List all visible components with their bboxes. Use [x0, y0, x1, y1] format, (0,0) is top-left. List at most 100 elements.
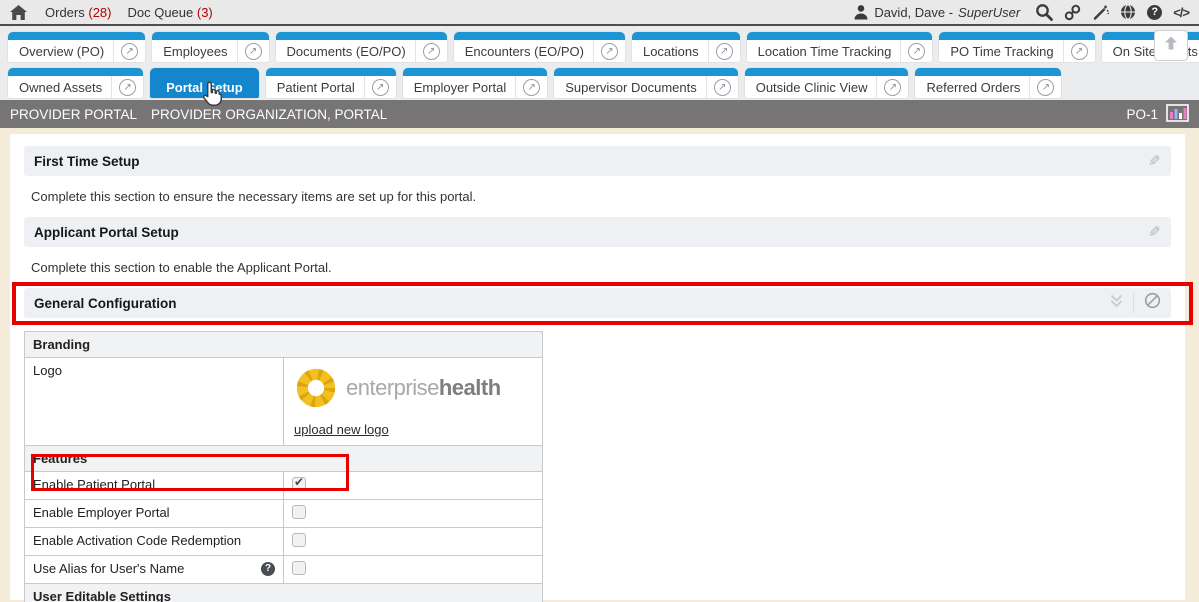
tab-label: Location Time Tracking	[747, 40, 901, 62]
popout-icon[interactable]: ↗	[113, 40, 145, 62]
tab-label: Owned Assets	[8, 76, 111, 98]
table-row-user-editable-header: User Editable Settings	[25, 584, 543, 602]
record-name: PROVIDER ORGANIZATION, PORTAL	[151, 107, 387, 122]
tab-employees[interactable]: Employees ↗	[152, 32, 268, 62]
tab-referred-orders[interactable]: Referred Orders ↗	[915, 68, 1061, 98]
content-area: First Time Setup ✎ Complete this section…	[0, 128, 1199, 600]
chart-icon[interactable]	[1166, 104, 1189, 125]
help-tooltip-icon[interactable]: ?	[261, 562, 275, 576]
tab-label: Locations	[632, 40, 708, 62]
code-icon[interactable]: </>	[1173, 5, 1189, 20]
tab-encounters-eo-po[interactable]: Encounters (EO/PO) ↗	[454, 32, 625, 62]
popout-icon[interactable]: ↗	[593, 40, 625, 62]
table-row-use-alias: Use Alias for User's Name ?	[25, 556, 543, 584]
collapse-chevron-icon[interactable]	[1110, 293, 1123, 313]
user-name: David, Dave -	[874, 5, 953, 20]
popout-icon[interactable]: ↗	[415, 40, 447, 62]
section-general-configuration: General Configuration	[24, 288, 1171, 318]
enable-activation-code-redemption-label: Enable Activation Code Redemption	[25, 528, 284, 556]
edit-pencil-icon[interactable]: ✎	[1148, 152, 1161, 170]
section-title: General Configuration	[34, 296, 177, 311]
table-row-logo: Logo enterprisehealth upload new logo	[25, 358, 543, 446]
use-alias-label: Use Alias for User's Name	[33, 561, 184, 576]
up-arrow-icon	[1163, 35, 1179, 56]
help-icon[interactable]: ?	[1147, 5, 1162, 20]
wand-icon[interactable]	[1092, 4, 1109, 21]
general-configuration-table: Branding Logo enterprisehealth upload ne…	[24, 331, 543, 602]
enable-employer-portal-checkbox[interactable]	[292, 505, 306, 519]
nav-orders[interactable]: Orders (28)	[45, 5, 111, 20]
table-row-enable-patient-portal: Enable Patient Portal	[25, 472, 543, 500]
tab-label: Referred Orders	[915, 76, 1029, 98]
user-menu[interactable]: David, Dave - SuperUser	[853, 4, 1020, 20]
upload-new-logo-link[interactable]: upload new logo	[294, 422, 389, 437]
popout-icon[interactable]: ↗	[515, 76, 547, 98]
tab-po-time-tracking[interactable]: PO Time Tracking ↗	[939, 32, 1094, 62]
enable-patient-portal-label: Enable Patient Portal	[25, 472, 284, 500]
logo-sunburst-icon	[294, 366, 338, 410]
portal-setup-panel: First Time Setup ✎ Complete this section…	[10, 134, 1185, 600]
tab-employer-portal[interactable]: Employer Portal ↗	[403, 68, 547, 98]
tab-overview-po[interactable]: Overview (PO) ↗	[8, 32, 145, 62]
table-row-enable-employer-portal: Enable Employer Portal	[25, 500, 543, 528]
tab-label: Overview (PO)	[8, 40, 113, 62]
record-id-badge: PO-1	[1126, 107, 1158, 122]
nav-doc-queue-count: (3)	[197, 5, 213, 20]
applicant-portal-setup-description: Complete this section to enable the Appl…	[31, 260, 1171, 275]
nav-orders-label: Orders	[45, 5, 85, 20]
popout-icon[interactable]: ↗	[706, 76, 738, 98]
tab-location-time-tracking[interactable]: Location Time Tracking ↗	[747, 32, 933, 62]
globe-icon[interactable]	[1120, 4, 1136, 20]
popout-icon[interactable]: ↗	[1029, 76, 1061, 98]
first-time-setup-description: Complete this section to ensure the nece…	[31, 189, 1171, 204]
title-bar-right: PO-1	[1126, 104, 1189, 125]
edit-pencil-icon[interactable]: ✎	[1148, 223, 1161, 241]
popout-icon[interactable]: ↗	[876, 76, 908, 98]
user-icon	[853, 4, 869, 20]
tab-label: PO Time Tracking	[939, 40, 1062, 62]
tab-outside-clinic-view[interactable]: Outside Clinic View ↗	[745, 68, 909, 98]
use-alias-checkbox[interactable]	[292, 561, 306, 575]
tab-row-1: Overview (PO) ↗ Employees ↗ Documents (E…	[8, 32, 1191, 62]
section-title: Applicant Portal Setup	[34, 225, 179, 240]
tab-owned-assets[interactable]: Owned Assets ↗	[8, 68, 143, 98]
popout-icon[interactable]: ↗	[708, 40, 740, 62]
home-icon[interactable]	[10, 5, 27, 20]
tab-label: Encounters (EO/PO)	[454, 40, 593, 62]
popout-icon[interactable]: ↗	[237, 40, 269, 62]
popout-icon[interactable]: ↗	[1063, 40, 1095, 62]
tab-patient-portal[interactable]: Patient Portal ↗	[266, 68, 396, 98]
top-bar-right: David, Dave - SuperUser ? </>	[853, 3, 1189, 21]
enable-activation-code-redemption-checkbox[interactable]	[292, 533, 306, 547]
popout-icon[interactable]: ↗	[111, 76, 143, 98]
enable-patient-portal-checkbox[interactable]	[292, 477, 306, 491]
tab-label: Employees	[152, 40, 236, 62]
record-title-bar: PROVIDER PORTAL PROVIDER ORGANIZATION, P…	[0, 100, 1199, 128]
section-first-time-setup: First Time Setup ✎	[24, 146, 1171, 176]
user-role: SuperUser	[958, 5, 1020, 20]
logo-text-bold: health	[439, 375, 501, 400]
link-icon[interactable]	[1064, 4, 1081, 21]
nav-orders-count: (28)	[88, 5, 111, 20]
tab-locations[interactable]: Locations ↗	[632, 32, 740, 62]
search-icon[interactable]	[1035, 3, 1053, 21]
disable-icon[interactable]	[1144, 292, 1161, 314]
top-bar: Orders (28) Doc Queue (3) David, Dave - …	[0, 0, 1199, 26]
scroll-top-button[interactable]	[1154, 30, 1188, 61]
tab-portal-setup[interactable]: Portal Setup	[150, 68, 259, 98]
tab-label: Portal Setup	[150, 76, 259, 98]
section-applicant-portal-setup: Applicant Portal Setup ✎	[24, 217, 1171, 247]
tab-documents-eo-po[interactable]: Documents (EO/PO) ↗	[276, 32, 447, 62]
popout-icon[interactable]: ↗	[900, 40, 932, 62]
logo-label: Logo	[25, 358, 284, 446]
tab-label: Patient Portal	[266, 76, 364, 98]
tab-label: Supervisor Documents	[554, 76, 706, 98]
table-row-enable-activation-code-redemption: Enable Activation Code Redemption	[25, 528, 543, 556]
tab-supervisor-documents[interactable]: Supervisor Documents ↗	[554, 68, 738, 98]
enable-employer-portal-label: Enable Employer Portal	[25, 500, 284, 528]
popout-icon[interactable]: ↗	[364, 76, 396, 98]
nav-doc-queue[interactable]: Doc Queue (3)	[127, 5, 212, 20]
tab-label: Outside Clinic View	[745, 76, 877, 98]
tab-label: Employer Portal	[403, 76, 515, 98]
logo-cell: enterprisehealth upload new logo	[284, 358, 543, 446]
